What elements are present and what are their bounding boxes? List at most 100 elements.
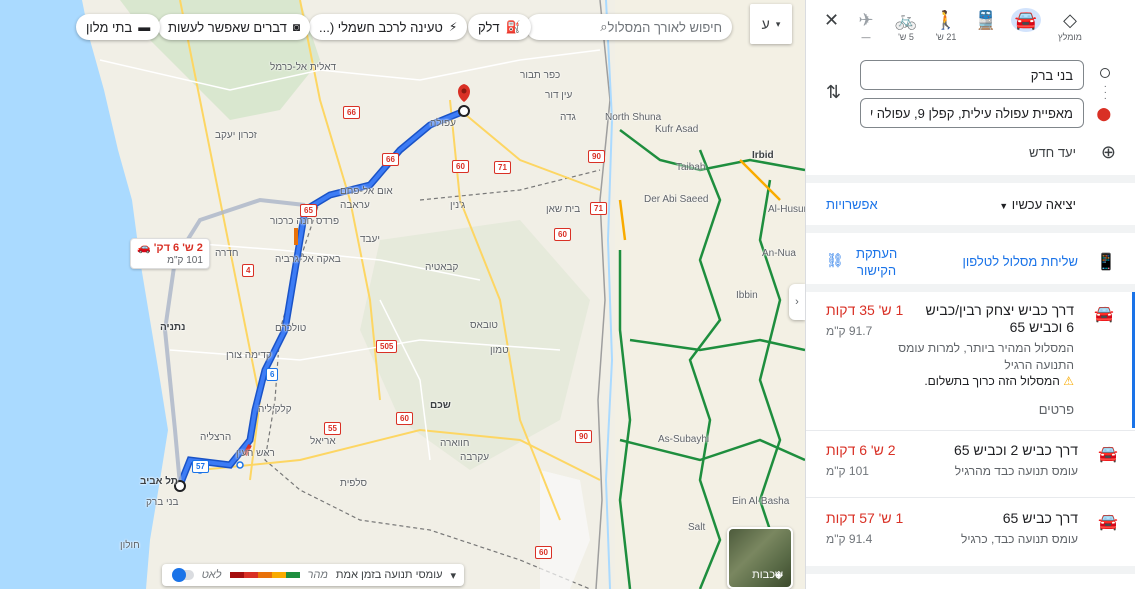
traffic-label[interactable]: עומסי תנועה בזמן אמת: [336, 569, 443, 581]
chevron-down-icon: ▾: [775, 18, 781, 29]
route-time: 2 ש' 6 דקות: [826, 442, 896, 458]
mode-transit[interactable]: 🚆: [968, 8, 1004, 32]
bike-icon: 🚲: [894, 10, 918, 30]
border-line: [595, 0, 611, 589]
map-label: North Shuna: [605, 112, 662, 123]
route-distance: 101 ק"מ: [826, 464, 869, 478]
map-label: טובאס: [470, 320, 498, 331]
language-label: ע: [761, 16, 770, 32]
road-shield: 60: [554, 228, 571, 241]
map-label: אריאל: [310, 436, 336, 447]
map-label: Der Abi Saeed: [644, 194, 709, 205]
map-label: תל אביב: [140, 476, 178, 487]
search-along-route[interactable]: חיפוש לאורך המסלול ⌕: [526, 14, 732, 40]
traffic-legend: ▾ עומסי תנועה בזמן אמת מהר לאט: [162, 564, 464, 586]
traffic-toggle[interactable]: [171, 568, 194, 582]
chip-label: בתי מלון: [86, 19, 133, 35]
map-label: טמון: [490, 345, 509, 356]
map-label: Ein Al-Basha: [732, 496, 790, 507]
map-label: פרדס חנה כרכור: [270, 216, 340, 227]
depart-now-select[interactable]: יציאה עכשיו ▼: [999, 197, 1076, 212]
mode-flight[interactable]: ✈ —: [848, 8, 884, 42]
traffic-color-bar: [229, 572, 300, 578]
fuel-icon: ⛽: [505, 20, 521, 34]
details-link[interactable]: פרטים: [1039, 402, 1074, 417]
mode-sub: 5 ש': [898, 32, 914, 42]
mode-car[interactable]: 🚘: [1008, 8, 1044, 32]
route-option-selected[interactable]: 🚘 דרך כביש יצחק רבין/כביש 6 וכביש 65 1 ש…: [806, 292, 1135, 428]
map-label: דאלית אל-כרמל: [270, 62, 337, 73]
route-option[interactable]: 🚘 דרך כביש 2 וכביש 65 2 ש' 6 דקות 101 ק"…: [806, 432, 1135, 496]
road-shield: 55: [324, 422, 341, 435]
car-icon: 🚘: [1011, 8, 1041, 32]
route-option[interactable]: 🚘 דרך כביש 65 1 ש' 57 דקות 91.4 ק"מ עומס…: [806, 500, 1135, 564]
add-destination[interactable]: יעד חדש: [1029, 145, 1076, 160]
copy-link-label: העתקת: [856, 246, 898, 261]
mode-walk[interactable]: 🚶 21 ש': [928, 8, 964, 42]
divider: [806, 284, 1135, 292]
traffic-color-swatch: [257, 572, 272, 578]
route-callout[interactable]: 2 ש' 6 דק' 🚗 101 ק"מ: [130, 238, 210, 269]
mode-bike[interactable]: 🚲 5 ש': [888, 8, 924, 42]
map-label: As-Subayhi: [658, 434, 710, 445]
language-button[interactable]: ע ▾: [750, 4, 792, 44]
destination-value: מאפיית עפולה עילית, קפלן 9, עפולה עילית: [871, 105, 1073, 121]
divider: [806, 430, 1135, 431]
collapse-panel-button[interactable]: ›: [789, 284, 805, 320]
road-shield: 4: [242, 264, 255, 277]
map-label: באקה אל-גרביה: [275, 254, 341, 265]
traffic-color-swatch: [271, 572, 286, 578]
chip-ev-charging[interactable]: ⚡ טעינה לרכב חשמלי (...: [309, 14, 468, 40]
route-distance: 91.7 ק"מ: [826, 324, 873, 338]
route-name: דרך כביש יצחק רבין/כביש 6 וכביש 65: [925, 302, 1074, 335]
road-shield: 71: [494, 161, 511, 174]
close-icon[interactable]: ✕: [824, 10, 839, 31]
road-shield: 57: [192, 460, 209, 473]
map-label: זכרון יעקב: [215, 130, 257, 141]
road-shield: 90: [588, 150, 605, 163]
map-label: Irbid: [752, 150, 774, 161]
search-input[interactable]: חיפוש לאורך המסלול: [608, 20, 722, 35]
camera-icon: ◙: [292, 20, 301, 34]
destination-field[interactable]: מאפיית עפולה עילית, קפלן 9, עפולה עילית: [860, 98, 1084, 128]
map-label: גדה: [560, 112, 576, 123]
map-label: קלקיליה: [258, 404, 292, 415]
chevron-down-icon[interactable]: ▾: [450, 569, 456, 582]
map-label: הרצליה: [200, 432, 232, 443]
add-icon[interactable]: ⊕: [1101, 142, 1116, 163]
map-label: יעבד: [360, 234, 380, 245]
transit-icon: 🚆: [974, 10, 998, 30]
traffic-color-swatch: [243, 572, 258, 578]
traffic-slow-label: לאט: [201, 569, 222, 581]
options-link[interactable]: אפשרויות: [826, 197, 878, 212]
route-distance: 91.4 ק"מ: [826, 532, 873, 546]
road-shield: 65: [300, 204, 317, 217]
route-callout-distance: 101 ק"מ: [167, 255, 203, 266]
send-to-phone-button[interactable]: שליחת מסלול לטלפון: [962, 254, 1078, 269]
chevron-down-icon: ▼: [999, 201, 1009, 211]
chip-fuel[interactable]: ⛽ דלק: [468, 14, 531, 40]
origin-field[interactable]: בני ברק: [860, 60, 1084, 90]
map-label: חווארה: [440, 438, 470, 449]
chip-hotels[interactable]: ▬ בתי מלון: [76, 14, 161, 40]
copy-link-button[interactable]: העתקת הקישור: [856, 245, 897, 279]
warning-icon: ⚠: [1063, 374, 1074, 388]
mode-recommended[interactable]: ◇ מומלץ: [1052, 8, 1088, 42]
swap-icon[interactable]: ⇅: [826, 82, 841, 103]
map-label: עפולה: [430, 118, 456, 129]
route-callout-time: 2 ש' 6 דק': [153, 242, 203, 254]
car-icon: 🚘: [1098, 446, 1118, 463]
sea-area: [0, 0, 168, 589]
route-time: 1 ש' 35 דקות: [826, 302, 904, 318]
chip-label: דלק: [478, 19, 500, 35]
chip-things-to-do[interactable]: ◙ דברים שאפשר לעשות: [158, 14, 311, 40]
road-shield: 60: [535, 546, 552, 559]
map-canvas[interactable]: דאלית אל-כרמל נתניה עפולה כפר תבור עין ד…: [0, 0, 805, 589]
map-label: עקרבה: [460, 452, 490, 463]
map-label: Ibbin: [736, 290, 758, 301]
search-icon: ⌕: [600, 19, 608, 34]
route-description: עומס תנועה כבד, כרגיל: [960, 532, 1078, 546]
layers-button[interactable]: ◈ שכבות: [727, 527, 793, 589]
send-to-phone-icon: 📱: [1096, 254, 1116, 271]
hotel-icon: ▬: [138, 20, 151, 34]
